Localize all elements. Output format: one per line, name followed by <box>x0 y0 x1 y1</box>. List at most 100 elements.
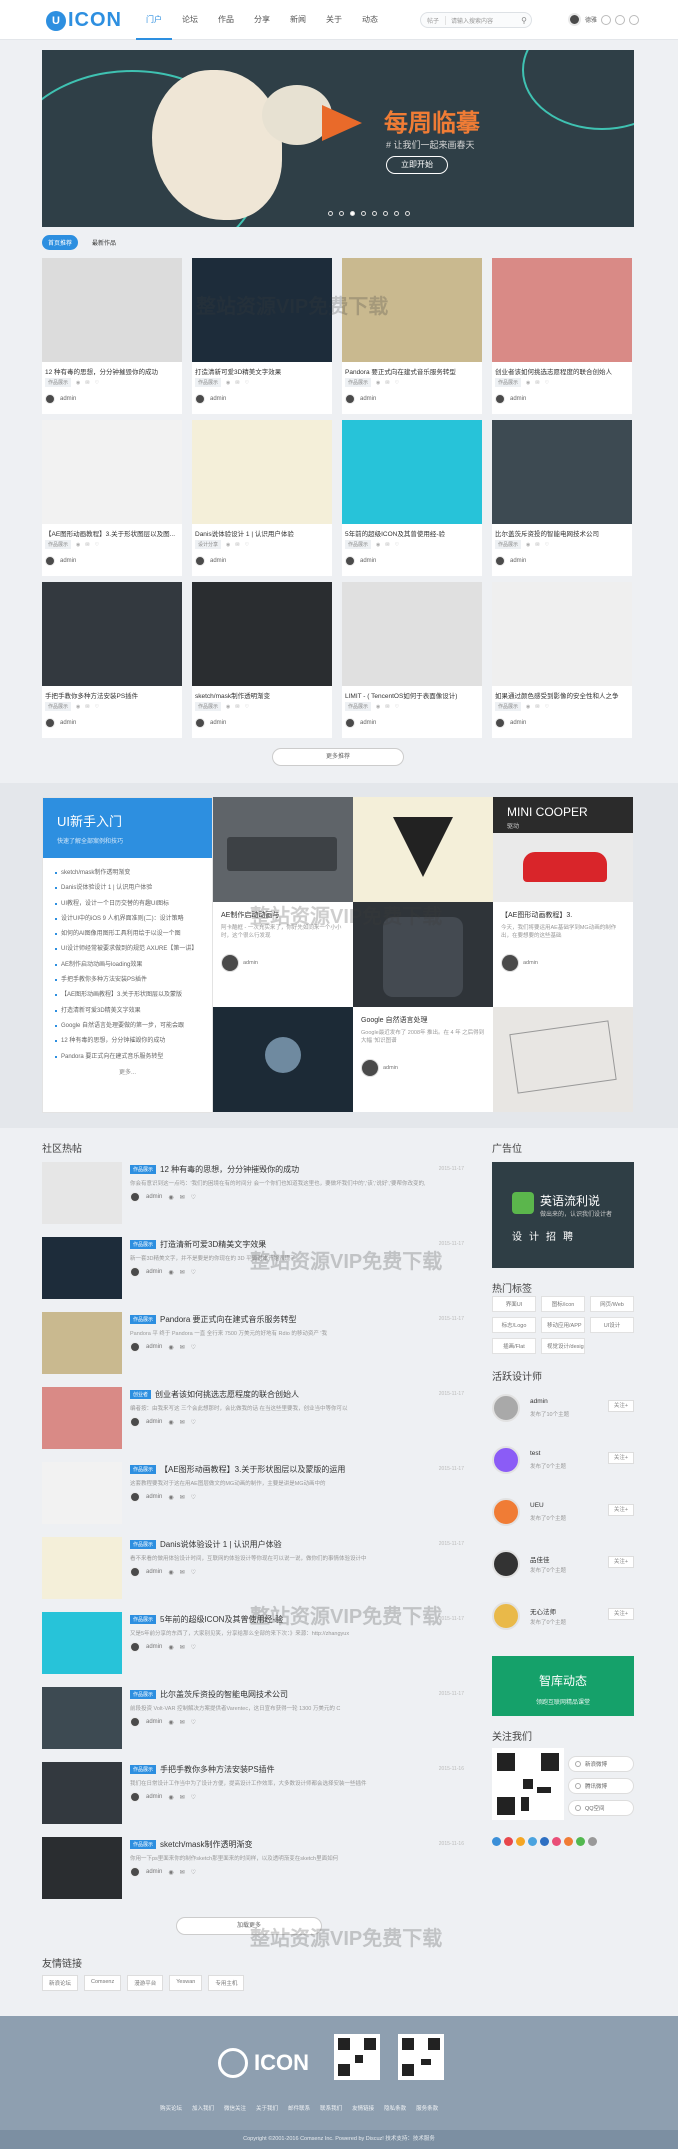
nav-share[interactable]: 分享 <box>244 0 280 40</box>
list-item[interactable]: Google 自然语言处理要做的第一步，可能会跟 <box>55 1019 204 1034</box>
work-card[interactable]: 如果通过颜色感受到影像的安全性和人之争 作品展示 ◉ ✉ ♡ admin <box>492 582 632 738</box>
work-tag[interactable]: 作品展示 <box>45 540 72 549</box>
carousel-dot[interactable] <box>361 211 366 216</box>
user-menu[interactable]: 德雅 <box>568 13 640 26</box>
work-tag[interactable]: 作品展示 <box>195 378 222 387</box>
footer-logo[interactable]: ICON <box>218 2048 309 2078</box>
search-input[interactable]: 请输入搜索内容 <box>446 16 517 25</box>
author-name[interactable]: admin <box>360 720 376 726</box>
search-type-select[interactable]: 帖子 <box>421 15 447 25</box>
work-thumbnail[interactable] <box>192 258 332 362</box>
mosaic-post-google[interactable]: Google 自然语言处理 Google最近发布了 2008年 推出。在 4 年… <box>353 1007 493 1112</box>
newbie-more-link[interactable]: 更多... <box>43 1067 212 1076</box>
post-badge[interactable]: 作品展示 <box>130 1240 157 1249</box>
designer-name[interactable]: test <box>530 1450 540 1457</box>
author-name[interactable]: admin <box>146 1419 162 1425</box>
author-name[interactable]: admin <box>360 396 376 402</box>
footer-link[interactable]: 友情链接 <box>352 2104 374 2112</box>
tag[interactable]: 插画/Flat <box>492 1338 536 1354</box>
avatar[interactable] <box>130 1567 140 1577</box>
friend-link[interactable]: 漫游平台 <box>127 1975 164 1991</box>
avatar[interactable] <box>492 1498 520 1526</box>
avatar[interactable] <box>195 394 205 404</box>
author-name[interactable]: admin <box>146 1269 162 1275</box>
avatar[interactable] <box>495 556 505 566</box>
post-thumbnail[interactable] <box>42 1762 122 1824</box>
work-title[interactable]: 5年前的超级ICON及其曾使用经-验 <box>342 524 482 540</box>
share-icon[interactable] <box>552 1837 561 1846</box>
avatar[interactable] <box>130 1867 140 1877</box>
work-card[interactable]: Danis说体验设计 1 | 认识用户体验 设计分享 ◉ ✉ ♡ admin <box>192 420 332 576</box>
author-name[interactable]: admin <box>510 558 526 564</box>
share-icon[interactable] <box>528 1837 537 1846</box>
avatar[interactable] <box>492 1446 520 1474</box>
share-icon[interactable] <box>504 1837 513 1846</box>
avatar[interactable] <box>130 1192 140 1202</box>
post-item[interactable]: 作品展示 Danis说体验设计 1 | 认识用户体验 2015-11-17 看不来看的… <box>42 1537 464 1599</box>
tab-latest[interactable]: 最新作品 <box>86 235 122 250</box>
footer-link[interactable]: 关于我们 <box>256 2104 278 2112</box>
footer-link[interactable]: 加入我们 <box>192 2104 214 2112</box>
post-item[interactable]: 作品展示 Pandora 要正式向在建式音乐服务转型 2015-11-17 Pando… <box>42 1312 464 1374</box>
user-name[interactable]: 德雅 <box>585 15 597 24</box>
post-badge[interactable]: 作品展示 <box>130 1765 157 1774</box>
list-item[interactable]: 设计UI中的iOS 9 人机界面准则(二)：设计策略 <box>55 912 204 927</box>
friend-link[interactable]: Comsenz <box>84 1975 122 1991</box>
avatar[interactable] <box>495 718 505 728</box>
work-card[interactable]: Pandora 要正式向在建式音乐服务转型 作品展示 ◉ ✉ ♡ admin <box>342 258 482 414</box>
post-title[interactable]: Danis说体验设计 1 | 认识用户体验 <box>160 1539 282 1550</box>
author-name[interactable]: admin <box>60 558 76 564</box>
mosaic-post-ae-tutorial[interactable]: 【AE图形动画教程】3. 今天，我们将要运用AE基础学到MG动画的制作出，在要想… <box>493 902 633 1007</box>
footer-link[interactable]: 服务条款 <box>416 2104 438 2112</box>
carousel-dot[interactable] <box>405 211 410 216</box>
work-title[interactable]: 比尔盖茨斥资投的智能电网技术公司 <box>492 524 632 540</box>
search-box[interactable]: 帖子 请输入搜索内容 ⚲ <box>420 12 532 28</box>
nav-about[interactable]: 关于 <box>316 0 352 40</box>
post-thumbnail[interactable] <box>42 1687 122 1749</box>
friend-link[interactable]: Yeswan <box>169 1975 203 1991</box>
search-icon[interactable]: ⚲ <box>517 16 531 25</box>
work-card[interactable]: 创业者该如何挑选志愿程度的联合创始人 作品展示 ◉ ✉ ♡ admin <box>492 258 632 414</box>
work-tag[interactable]: 作品展示 <box>45 702 72 711</box>
avatar[interactable] <box>492 1602 520 1630</box>
nav-works[interactable]: 作品 <box>208 0 244 40</box>
designer-name[interactable]: 无心法师 <box>530 1606 556 1616</box>
post-item[interactable]: 作品展示 打造清新可爱3D精美文字效果 2015-11-17 新一套3D精美文字，并不… <box>42 1237 464 1299</box>
post-title[interactable]: 比尔盖茨斥资投的智能电网技术公司 <box>160 1689 288 1700</box>
post-item[interactable]: 作品展示 【AE图形动画教程】3.关于形状图层以及蒙版的运用 2015-11-17 这… <box>42 1462 464 1524</box>
post-badge[interactable]: 作品展示 <box>130 1165 157 1174</box>
author-name[interactable]: admin <box>510 720 526 726</box>
avatar[interactable] <box>345 394 355 404</box>
work-title[interactable]: Danis说体验设计 1 | 认识用户体验 <box>192 524 332 540</box>
post-badge[interactable]: 作品展示 <box>130 1615 157 1624</box>
list-item[interactable]: Pandora 要正式向在建式音乐服务转型 <box>55 1050 204 1065</box>
avatar[interactable] <box>130 1342 140 1352</box>
work-thumbnail[interactable] <box>492 258 632 362</box>
work-tag[interactable]: 作品展示 <box>345 702 372 711</box>
work-card[interactable]: sketch/mask制作透明渐变 作品展示 ◉ ✉ ♡ admin <box>192 582 332 738</box>
work-tag[interactable]: 作品展示 <box>345 540 372 549</box>
message-icon[interactable] <box>601 14 612 25</box>
work-card[interactable]: 12 种有毒的思想，分分钟摧毁你的成功 作品展示 ◉ ✉ ♡ admin <box>42 258 182 414</box>
work-thumbnail[interactable] <box>42 582 182 686</box>
follow-button[interactable]: 关注+ <box>608 1400 634 1412</box>
nav-news[interactable]: 新闻 <box>280 0 316 40</box>
work-title[interactable]: 【AE图形动画教程】3.关于形状图层以及图... <box>42 524 182 540</box>
work-thumbnail[interactable] <box>192 582 332 686</box>
follow-weibo-button[interactable]: 新浪微博 <box>568 1756 634 1772</box>
author-name[interactable]: admin <box>523 960 538 966</box>
work-card[interactable]: LIMIT - ( TencentOS如何于表面像设计) 作品展示 ◉ ✉ ♡ admin <box>342 582 482 738</box>
work-thumbnail[interactable] <box>342 258 482 362</box>
author-name[interactable]: admin <box>210 396 226 402</box>
avatar[interactable] <box>130 1267 140 1277</box>
tag[interactable]: 标志/Logo <box>492 1317 536 1333</box>
avatar[interactable] <box>492 1550 520 1578</box>
avatar[interactable] <box>345 556 355 566</box>
post-title[interactable]: sketch/mask制作透明渐变 <box>160 1839 252 1850</box>
list-item[interactable]: sketch/mask制作透明渐变 <box>55 866 204 881</box>
list-item[interactable]: UI教程，设计一个日历交替的有趣UI图标 <box>55 897 204 912</box>
avatar[interactable] <box>45 718 55 728</box>
work-tag[interactable]: 作品展示 <box>495 702 522 711</box>
designer-name[interactable]: UEU <box>530 1502 544 1509</box>
avatar[interactable] <box>221 954 239 972</box>
